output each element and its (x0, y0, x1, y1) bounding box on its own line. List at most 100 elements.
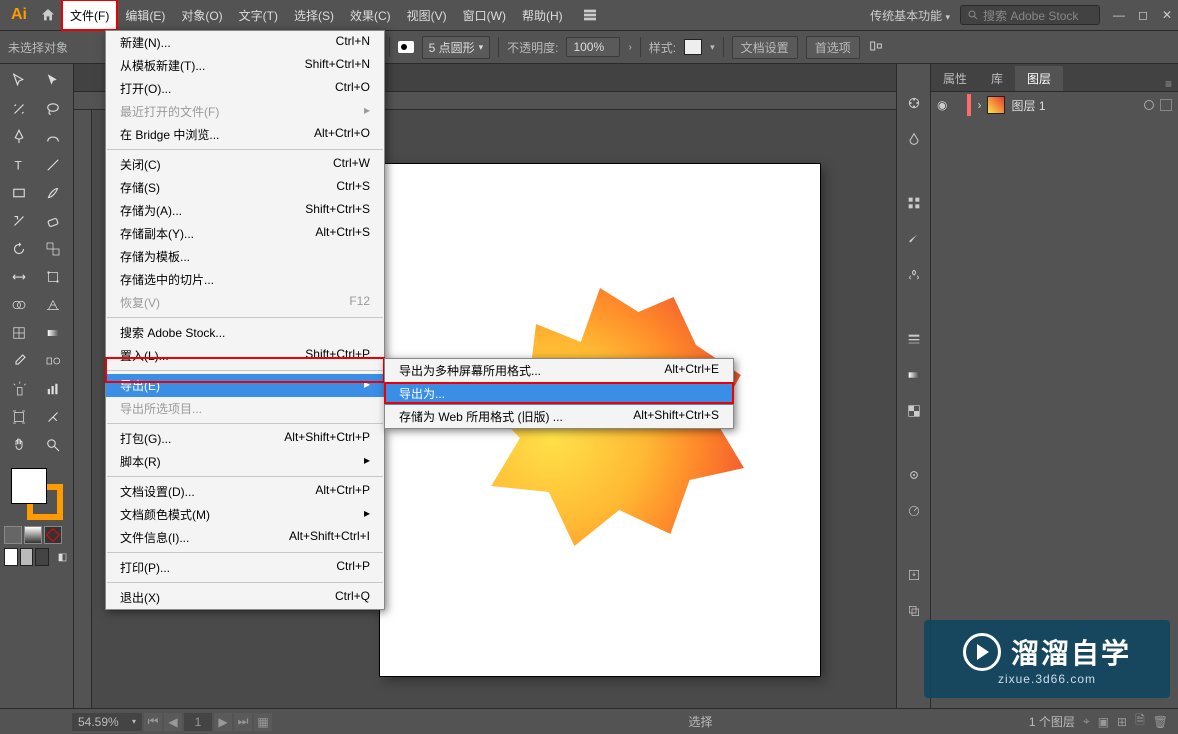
color-panel-icon[interactable] (903, 92, 925, 114)
menu-item[interactable]: 打印(P)...Ctrl+P (106, 556, 384, 579)
nav-page[interactable]: 1 (184, 713, 212, 731)
line-tool[interactable] (38, 152, 68, 178)
menu-item[interactable]: 从模板新建(T)...Shift+Ctrl+N (106, 54, 384, 77)
chevron-right-icon[interactable]: › (628, 42, 631, 53)
rotate-tool[interactable] (4, 236, 34, 262)
transparency-icon[interactable] (903, 400, 925, 422)
menu-item[interactable]: 文档设置(D)...Alt+Ctrl+P (106, 480, 384, 503)
color-guide-icon[interactable] (903, 128, 925, 150)
chevron-down-icon[interactable]: ▾ (710, 42, 715, 53)
blend-tool[interactable] (38, 348, 68, 374)
rectangle-tool[interactable] (4, 180, 34, 206)
menu-select[interactable]: 选择(S) (286, 0, 342, 30)
pen-tool[interactable] (4, 124, 34, 150)
mesh-tool[interactable] (4, 320, 34, 346)
menu-window[interactable]: 窗口(W) (455, 0, 514, 30)
maximize-button[interactable]: ◻ (1136, 8, 1150, 22)
fill-stroke-indicator[interactable] (9, 466, 65, 522)
menu-item[interactable]: 搜索 Adobe Stock... (106, 321, 384, 344)
expand-icon[interactable]: › (977, 98, 981, 112)
menu-help[interactable]: 帮助(H) (514, 0, 571, 30)
shape-builder-tool[interactable] (4, 292, 34, 318)
target-icon[interactable] (1144, 100, 1154, 110)
close-button[interactable]: ✕ (1160, 8, 1174, 22)
panel-menu-icon[interactable]: ≡ (1159, 77, 1178, 91)
workspace-switcher[interactable]: 传统基本功能 ▾ (860, 7, 960, 24)
menu-item[interactable]: 关闭(C)Ctrl+W (106, 153, 384, 176)
menu-edit[interactable]: 编辑(E) (117, 0, 173, 30)
tab-layers[interactable]: 图层 (1015, 66, 1063, 91)
tab-properties[interactable]: 属性 (931, 66, 979, 91)
layer-row[interactable]: ◉ › 图层 1 (931, 92, 1178, 118)
brushes-icon[interactable] (903, 228, 925, 250)
menu-file[interactable]: 文件(F) (62, 0, 117, 30)
search-input[interactable]: 搜索 Adobe Stock (960, 5, 1100, 25)
magic-wand-tool[interactable] (4, 96, 34, 122)
stroke-swatch[interactable] (398, 41, 414, 53)
width-tool[interactable] (4, 264, 34, 290)
menu-item[interactable]: 新建(N)...Ctrl+N (106, 31, 384, 54)
screen-mode-icons[interactable]: ◧ (0, 548, 73, 566)
locate-layer-icon[interactable]: ⌖ (1083, 714, 1090, 729)
doc-setup-button[interactable]: 文档设置 (732, 36, 798, 59)
menu-item[interactable]: 存储为 Web 所用格式 (旧版) ...Alt+Shift+Ctrl+S (385, 405, 733, 428)
type-tool[interactable]: T (4, 152, 34, 178)
menu-type[interactable]: 文字(T) (231, 0, 286, 30)
menu-item[interactable]: 在 Bridge 中浏览...Alt+Ctrl+O (106, 123, 384, 146)
menu-item[interactable]: 存储选中的切片... (106, 268, 384, 291)
symbol-sprayer-tool[interactable] (4, 376, 34, 402)
menu-item[interactable]: 文档颜色模式(M)▸ (106, 503, 384, 526)
menu-item[interactable]: 文件信息(I)...Alt+Shift+Ctrl+I (106, 526, 384, 549)
hand-tool[interactable] (4, 432, 34, 458)
new-layer-icon[interactable]: 🗎 (1135, 711, 1145, 732)
slice-tool[interactable] (38, 404, 68, 430)
menu-item[interactable]: 导出为... (385, 382, 733, 405)
stroke-combo[interactable]: 5 点圆形▾ (422, 36, 491, 59)
paintbrush-tool[interactable] (38, 180, 68, 206)
menu-item[interactable]: 导出(E)▸ (106, 374, 384, 397)
symbols-icon[interactable] (903, 264, 925, 286)
artboard-nav-icon[interactable]: ▦ (254, 713, 272, 731)
menu-effect[interactable]: 效果(C) (342, 0, 399, 30)
visibility-icon[interactable]: ◉ (937, 98, 947, 112)
free-transform-tool[interactable] (38, 264, 68, 290)
menu-item[interactable]: 打包(G)...Alt+Shift+Ctrl+P (106, 427, 384, 450)
lasso-tool[interactable] (38, 96, 68, 122)
menu-item[interactable]: 存储为模板... (106, 245, 384, 268)
menu-item[interactable]: 脚本(R)▸ (106, 450, 384, 473)
swatches-icon[interactable] (903, 192, 925, 214)
menu-item[interactable]: 存储(S)Ctrl+S (106, 176, 384, 199)
menu-item[interactable]: 导出为多种屏幕所用格式...Alt+Ctrl+E (385, 359, 733, 382)
arrange-docs-icon[interactable] (577, 7, 603, 23)
curvature-tool[interactable] (38, 124, 68, 150)
home-icon[interactable] (34, 1, 62, 29)
artboard-tool[interactable] (4, 404, 34, 430)
gradient-panel-icon[interactable] (903, 364, 925, 386)
appearance-icon[interactable] (903, 464, 925, 486)
stroke-panel-icon[interactable] (903, 328, 925, 350)
menu-item[interactable]: 存储副本(Y)...Alt+Ctrl+S (106, 222, 384, 245)
menu-item[interactable]: 置入(L)...Shift+Ctrl+P (106, 344, 384, 367)
column-graph-tool[interactable] (38, 376, 68, 402)
menu-view[interactable]: 视图(V) (399, 0, 455, 30)
menu-item[interactable]: 退出(X)Ctrl+Q (106, 586, 384, 609)
new-sublayer-icon[interactable]: ⊞ (1117, 715, 1127, 729)
menu-item[interactable]: 打开(O)...Ctrl+O (106, 77, 384, 100)
tab-libraries[interactable]: 库 (979, 66, 1015, 91)
gradient-tool[interactable] (38, 320, 68, 346)
scale-tool[interactable] (38, 236, 68, 262)
selection-tool[interactable] (4, 68, 34, 94)
delete-layer-icon[interactable]: 🗑 (1153, 715, 1168, 729)
nav-next[interactable]: ▶ (214, 713, 232, 731)
nav-prev[interactable]: ◀ (164, 713, 182, 731)
eyedropper-tool[interactable] (4, 348, 34, 374)
menu-object[interactable]: 对象(O) (173, 0, 230, 30)
zoom-tool[interactable] (38, 432, 68, 458)
direct-selection-tool[interactable] (38, 68, 68, 94)
nav-first[interactable]: ⏮ (144, 713, 162, 731)
shaper-tool[interactable] (4, 208, 34, 234)
opacity-combo[interactable]: 100% (566, 37, 620, 57)
draw-mode-icons[interactable] (0, 526, 73, 544)
eraser-tool[interactable] (38, 208, 68, 234)
layer-name[interactable]: 图层 1 (1011, 97, 1138, 114)
